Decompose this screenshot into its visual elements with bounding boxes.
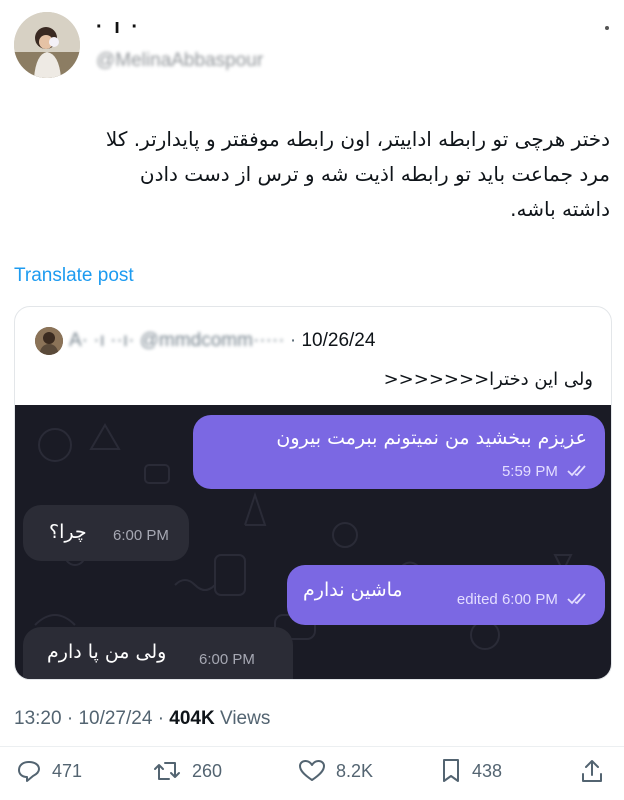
message-text: عزیزم ببخشید من نمیتونم ببرمت بیرون	[276, 427, 587, 449]
author-info[interactable]: · ı · @MelinaAbbaspour	[96, 16, 396, 76]
divider	[0, 746, 624, 747]
quoted-post-date: 10/26/24	[301, 330, 376, 351]
post-time: 13:20	[14, 708, 62, 729]
translate-post-link[interactable]: Translate post	[14, 265, 134, 287]
quoted-post[interactable]: A· ·ı ··ı· @mmdcomm····· · 10/26/24 ولی …	[14, 306, 612, 680]
message-text: ماشین ندارم	[303, 579, 403, 601]
bookmark-count: 438	[472, 760, 503, 781]
quoted-author-avatar[interactable]	[35, 327, 63, 355]
post-meta: 13:20 · 10/27/24 · 404K Views	[14, 708, 271, 729]
chat-message-incoming: ولی من پا دارم 6:00 PM	[23, 627, 293, 679]
like-count: 8.2K	[336, 760, 374, 781]
read-receipt-icon	[567, 592, 589, 609]
tweet-text: دختر هرچی تو رابطه اداییتر، اون رابطه مو…	[105, 127, 610, 221]
reply-icon	[18, 761, 40, 782]
chat-message-incoming: چرا؟ 6:00 PM	[23, 505, 189, 561]
quoted-post-header: A· ·ı ··ı· @mmdcomm····· · 10/26/24	[69, 330, 375, 352]
quoted-separator: ·	[289, 330, 297, 351]
views-label: Views	[220, 708, 271, 729]
bookmark-button[interactable]: 438	[440, 756, 502, 786]
views-count[interactable]: 404K	[169, 708, 214, 729]
quoted-post-text: ولی این دخترا<<<<<<<	[383, 369, 593, 390]
post-date: 10/27/24	[78, 708, 153, 729]
reply-count: 471	[52, 760, 83, 781]
message-time: edited 6:00 PM	[457, 591, 589, 609]
bookmark-icon	[443, 759, 459, 782]
message-timestamp: 6:00 PM	[113, 527, 169, 544]
message-timestamp: 6:00 PM	[199, 651, 255, 668]
message-text: چرا؟	[49, 521, 87, 543]
read-receipt-icon	[567, 464, 589, 481]
reply-button[interactable]: 471	[16, 756, 82, 786]
author-display-name: · ı ·	[96, 16, 141, 38]
chat-message-outgoing: عزیزم ببخشید من نمیتونم ببرمت بیرون 5:59…	[193, 415, 605, 489]
quoted-author-name: A· ·ı ··ı·	[69, 330, 135, 351]
chat-screenshot: عزیزم ببخشید من نمیتونم ببرمت بیرون 5:59…	[15, 405, 611, 679]
repost-button[interactable]: 260	[152, 756, 222, 786]
share-icon	[582, 760, 602, 782]
message-text: ولی من پا دارم	[47, 641, 167, 663]
author-avatar[interactable]	[14, 12, 80, 78]
heart-icon	[299, 760, 325, 781]
repost-icon	[154, 762, 180, 780]
message-timestamp: 6:00 PM	[501, 591, 558, 608]
author-handle: @MelinaAbbaspour	[96, 50, 264, 71]
quoted-author-handle: @mmdcomm·····	[139, 330, 285, 351]
message-time: 5:59 PM	[502, 463, 589, 481]
avatar-photo	[14, 12, 80, 78]
repost-count: 260	[192, 760, 223, 781]
more-options-icon[interactable]	[604, 14, 610, 37]
message-edited-label: edited	[456, 591, 498, 608]
chat-message-outgoing: ماشین ندارم edited 6:00 PM	[287, 565, 605, 625]
share-button[interactable]	[580, 756, 614, 786]
message-timestamp: 5:59 PM	[501, 463, 558, 480]
like-button[interactable]: 8.2K	[298, 756, 373, 786]
